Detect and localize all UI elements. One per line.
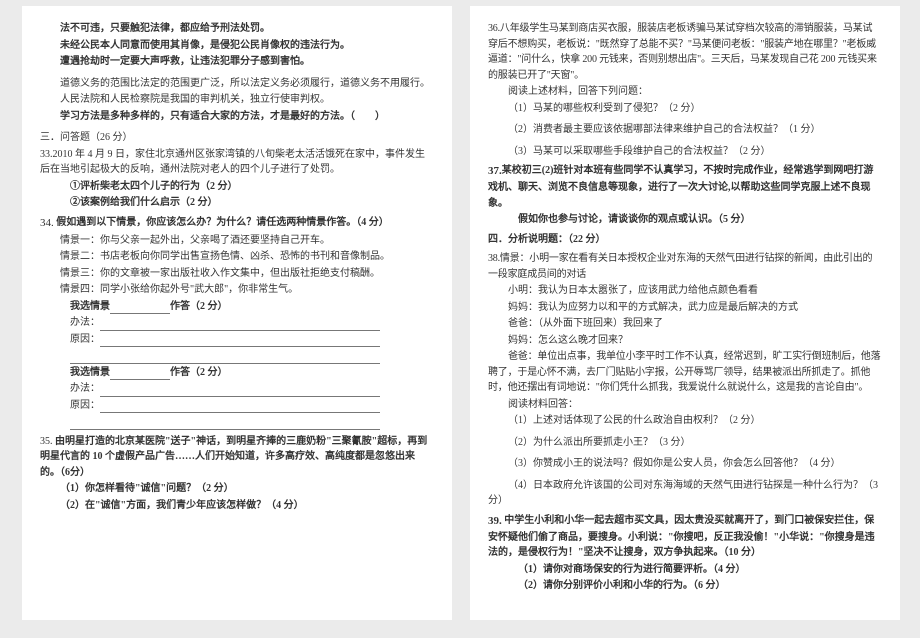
q33: 33.2010 年 4 月 9 日，家住北京通州区张家湾镇的八旬柴老太活活饿死在… [40,147,434,178]
q34-reason-1: 原因： [40,332,434,348]
q35-text: 由明星打造的北京某医院"送子"神话，到明星齐捧的三鹿奶粉"三聚氰胺"超标，再到明… [40,436,427,478]
q38-l3: 爸爸：（从外面下班回来）我回来了 [488,316,882,332]
q38-sub3: （3）你赞成小王的说法吗？假如你是公安人员，你会怎么回答他？（4 分） [488,456,882,472]
q33-sub1: ①评析柴老太四个儿子的行为（2 分） [40,179,434,195]
q34-s1: 情景一：你与父亲一起外出，父亲喝了酒还要坚持自己开车。 [40,233,434,249]
blank-line [100,321,380,331]
q34-reason-1b [40,348,434,364]
q37-text: 某校初三(2)班针对本班有些同学不认真学习，不按时完成作业，经常逃学到网吧打游戏… [488,165,873,209]
q35-num: 35. [40,436,53,447]
q34-reason-2: 原因： [40,398,434,414]
left-page: 法不可违，只要触犯法律，都应给予刑法处罚。 未经公民本人同意而使用其肖像，是侵犯… [22,6,452,620]
q38-num: 38. [488,253,500,264]
q35: 35. 由明星打造的北京某医院"送子"神话，到明星齐捧的三鹿奶粉"三聚氰胺"超标… [40,434,434,481]
q36-sub2: （2）消费者最主要应该依据哪部法律来维护自己的合法权益？（1 分） [488,122,882,138]
blank-line [100,403,380,413]
q38-l4: 妈妈：怎么这么晚才回来？ [488,333,882,349]
blank-line [100,387,380,397]
q33-text: 2010 年 4 月 9 日，家住北京通州区张家湾镇的八旬柴老太活活饿死在家中，… [40,149,425,176]
q34-method-1: 办法： [40,315,434,331]
blank-line [70,420,380,430]
blank-line [110,370,170,380]
section-3-title: 三．问答题（26 分） [40,130,434,146]
q39-num: 39. [488,515,502,527]
q36-sub1: （1）马某的哪些权利受到了侵犯？（2 分） [488,101,882,117]
q39-sub1: （1）请你对商场保安的行为进行简要评析。（4 分） [488,562,882,578]
intro2-line-2: 人民法院和人民检察院是我国的审判机关，独立行使审判权。 [40,92,434,108]
q33-sub2: ②该案例给我们什么启示（2 分） [40,195,434,211]
q34-s2: 情景二：书店老板向你同学出售宣扬色情、凶杀、恐怖的书刊和音像制品。 [40,249,434,265]
intro2-line-3: 学习方法是多种多样的，只有适合大家的方法，才是最好的方法。（ ） [40,109,434,125]
intro-line-2: 未经公民本人同意而使用其肖像，是侵犯公民肖像权的违法行为。 [40,38,434,54]
q38-sub4: （4）日本政府允许该国的公司对东海海域的天然气田进行钻探是一种什么行为？（3 分… [488,478,882,509]
q34-reason-2b [40,414,434,430]
q37-num: 37. [488,165,502,177]
q34-choose-1: 我选情景作答（2 分） [40,299,434,315]
q35-sub1: （1）你怎样看待"诚信"问题？（2 分） [40,481,434,497]
q36: 36.八年级学生马某到商店买衣服，服装店老板诱骗马某试穿档次较高的滞销服装，马某… [488,21,882,83]
blank-line [100,337,380,347]
q38-l2: 妈妈：我认为应努力以和平的方式解决，武力应是最后解决的方式 [488,300,882,316]
intro-line-1: 法不可违，只要触犯法律，都应给予刑法处罚。 [40,21,434,37]
right-page: 36.八年级学生马某到商店买衣服，服装店老板诱骗马某试穿档次较高的滞销服装，马某… [470,6,900,620]
q34-lead: 假如遇到以下情景，你应该怎么办？为什么？请任选两种情景作答。（4 分） [56,217,389,228]
q38: 38.情景：小明一家在看有关日本授权企业对东海的天然气田进行钻探的新闻，由此引出… [488,251,882,282]
section-4-title: 四．分析说明题：（22 分） [488,232,882,248]
q34-num: 34. [40,217,54,229]
q38-sub1: （1）上述对话体现了公民的什么政治自由权利？（2 分） [488,413,882,429]
q34-method-2: 办法： [40,381,434,397]
q38-lead: 情景：小明一家在看有关日本授权企业对东海的天然气田进行钻探的新闻，由此引出的一段… [488,253,872,280]
q38-l1: 小明：我认为日本太嚣张了，应该用武力给他点颜色看看 [488,283,882,299]
q36-read: 阅读上述材料，回答下列问题： [488,84,882,100]
intro2-line-1: 道德义务的范围比法定的范围更广泛，所以法定义务必须履行，道德义务不用履行。 [40,76,434,92]
q36-text: 八年级学生马某到商店买衣服，服装店老板诱骗马某试穿档次较高的滞销服装，马某试穿后… [488,23,877,81]
q39: 39. 中学生小利和小华一起去超市买文具，因太贵没买就离开了，到门口被保安拦住，… [488,513,882,561]
q39-sub2: （2）请你分别评价小利和小华的行为。（6 分） [488,578,882,594]
q38-l5: 爸爸：单位出点事，我单位小李平时工作不认真，经常迟到，旷工实行倒班制后，他落聘了… [488,349,882,396]
q37: 37.某校初三(2)班针对本班有些同学不认真学习，不按时完成作业，经常逃学到网吧… [488,163,882,211]
q36-num: 36. [488,23,500,34]
intro-line-3: 遭遇抢劫时一定要大声呼救，让违法犯罪分子感到害怕。 [40,54,434,70]
q38-sub2: （2）为什么派出所要抓走小王？（3 分） [488,435,882,451]
q39-text: 中学生小利和小华一起去超市买文具，因太贵没买就离开了，到门口被保安拦住，保安怀疑… [488,515,875,559]
q33-num: 33. [40,149,53,160]
blank-line [110,304,170,314]
q35-sub2: （2）在"诚信"方面，我们青少年应该怎样做？（4 分） [40,498,434,514]
q34-s4: 情景四：同学小张给你起外号"武大郎"，你非常生气。 [40,282,434,298]
q34-s3: 情景三：你的文章被一家出版社收入作文集中，但出版社拒绝支付稿酬。 [40,266,434,282]
q34-choose-2: 我选情景作答（2 分） [40,365,434,381]
q37-ask: 假如你也参与讨论，请谈谈你的观点或认识。（5 分） [488,212,882,228]
q34: 34. 假如遇到以下情景，你应该怎么办？为什么？请任选两种情景作答。（4 分） [40,215,434,232]
q36-sub3: （3）马某可以采取哪些手段维护自己的合法权益？（2 分） [488,144,882,160]
q38-read: 阅读材料回答： [488,397,882,413]
blank-line [70,354,380,364]
